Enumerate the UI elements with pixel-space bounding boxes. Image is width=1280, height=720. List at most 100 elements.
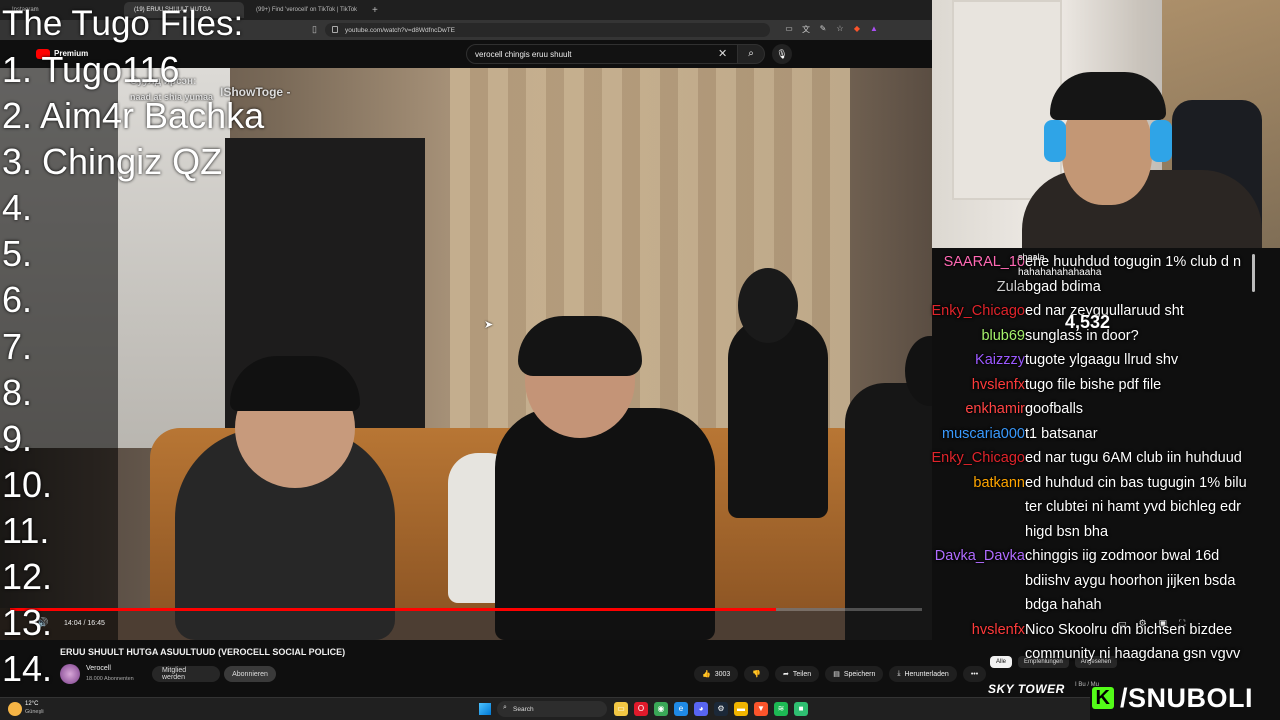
search-icon: ⌕ (503, 704, 507, 711)
chat-text: ter clubtei ni hamt yvd bichleg edr (1025, 499, 1241, 515)
video-title: ERUU SHUULT HUTGA ASUULTUUD (VEROCELL SO… (60, 647, 346, 657)
share-button[interactable]: ➦ Teilen (775, 666, 820, 682)
chat-text: t1 batsanar (1025, 425, 1098, 442)
chat-username[interactable]: Enky_Chicago (932, 299, 1026, 324)
chat-username[interactable]: hvslenfx (972, 373, 1025, 398)
chat-text: bgad bdima (1025, 278, 1101, 295)
video-time: 14:04 / 16:45 (64, 620, 105, 627)
bookmark-icon[interactable]: ▯ (312, 24, 317, 35)
steam-icon[interactable]: ⚙ (714, 702, 728, 716)
taskbar-apps: ▭ O ◉ e ◕ ⚙ ▬ ▼ ≋ ■ (614, 702, 808, 716)
browser-tabstrip: Instagram (19) ERUU SHUULT HUTGA (99+) F… (0, 0, 932, 20)
dislike-button[interactable]: 👎 (744, 666, 770, 682)
chrome-icon[interactable]: ◉ (654, 702, 668, 716)
like-button[interactable]: 👍 3003 (694, 666, 739, 682)
spotify-icon[interactable]: ≋ (774, 702, 788, 716)
chat-scrollbar[interactable] (1252, 254, 1255, 292)
sun-icon[interactable] (8, 702, 22, 716)
folder-icon[interactable]: ▬ (734, 702, 748, 716)
join-button[interactable]: Mitglied werden (152, 666, 220, 682)
share-label: Teilen (792, 670, 812, 678)
share-icon: ➦ (783, 671, 789, 678)
chat-text: tugote ylgaagu llrud shv (1025, 352, 1179, 368)
chat-username[interactable]: batkann (973, 471, 1025, 496)
video-person-cap (230, 356, 360, 411)
search-icon: ⌕ (748, 48, 754, 59)
streamer-handle: /SNUBOLI (1120, 682, 1254, 713)
floating-chat-text: hahahahahahaaha (1018, 267, 1102, 278)
tab-youtube[interactable]: (19) ERUU SHUULT HUTGA (124, 2, 244, 18)
chat-username[interactable]: blub69 (981, 324, 1025, 349)
webcam-door (952, 0, 1062, 200)
windows-start-icon[interactable] (479, 703, 491, 715)
mic-icon[interactable]: 🎙 (772, 44, 792, 64)
chat-username[interactable]: hvslenfx (972, 618, 1025, 643)
webcam-feed (932, 0, 1280, 248)
sidebar-promo[interactable]: SKY TOWER (988, 682, 1065, 696)
video-progress-bar[interactable] (10, 608, 922, 611)
chat-username[interactable]: enkhamir (965, 397, 1025, 422)
brave-shield-icon[interactable]: ◆ (852, 24, 862, 35)
tab-instagram[interactable]: Instagram (2, 2, 122, 18)
subscribe-button[interactable]: Abonnieren (224, 666, 276, 682)
chat-text: higd bsn bha (1025, 523, 1109, 540)
channel-avatar[interactable] (60, 664, 80, 684)
taskbar-search[interactable]: ⌕ Search (497, 701, 607, 717)
tab-label: (19) ERUU SHUULT HUTGA (134, 7, 212, 13)
cast-icon[interactable]: ▭ (784, 24, 794, 35)
chat-username[interactable]: Davka_Davka (935, 544, 1025, 569)
address-actions: ▭ 文 ✎ ☆ ◆ ▲ (784, 24, 879, 35)
opera-icon[interactable]: O (634, 702, 648, 716)
volume-icon[interactable]: 🔊 (36, 618, 48, 629)
video-player[interactable]: Суулд ирсэн: IShowToge - naad at shia yu… (0, 68, 932, 640)
chat-username[interactable]: muscaria000 (942, 422, 1025, 447)
translate-icon[interactable]: 文 (801, 24, 811, 35)
floating-chat-text: shaala (1018, 252, 1045, 262)
chat-text: chinggis iig zodmoor bwal 16d (1025, 548, 1220, 564)
chat-username[interactable]: SAARAL_10 (944, 250, 1025, 275)
search-input[interactable]: verocell chingis eruu shuult (466, 44, 738, 64)
channel-subscribers: 18.000 Abonnenten (86, 676, 134, 682)
chat-text: bdga hahah (1025, 597, 1102, 613)
youtube-logo-icon[interactable] (36, 49, 50, 59)
url-field[interactable]: youtube.com/watch?v=d8WdfncDwTE (325, 23, 770, 37)
headset-icon (1150, 120, 1172, 162)
video-overlay-header: Суулд ирсэн: (130, 76, 197, 87)
files-icon[interactable]: ▭ (614, 702, 628, 716)
kick-logo-icon: K (1092, 687, 1114, 709)
save-icon: ▤ (833, 671, 840, 678)
chat-username[interactable]: Kaizzzy (975, 348, 1025, 373)
video-person (845, 383, 932, 640)
channel-name[interactable]: Verocell (86, 665, 111, 672)
viewer-count: 4,532 (1065, 312, 1111, 332)
edge-icon[interactable]: e (674, 702, 688, 716)
chat-text: bdiishv aygu hoorhon jijken bsda (1025, 572, 1236, 589)
like-count: 3003 (714, 670, 731, 678)
tab-label: Instagram (12, 7, 39, 13)
edit-icon[interactable]: ✎ (818, 24, 828, 35)
video-overlay-name: IShowToge - (220, 85, 291, 99)
chat-text: tugo file bishe pdf file (1025, 376, 1162, 393)
discord-icon[interactable]: ◕ (694, 702, 708, 716)
video-person-head (738, 268, 798, 343)
brave-icon[interactable]: ▼ (754, 702, 768, 716)
video-overlay-sub: naad at shia yumaa (130, 92, 214, 102)
youtube-header: Premium verocell chingis eruu shuult ✕ ⌕… (0, 40, 932, 68)
video-person-hair (518, 316, 642, 376)
star-icon[interactable]: ☆ (835, 24, 845, 35)
windows-taskbar: 12°C Güneşli ⌕ Search ▭ O ◉ e ◕ ⚙ ▬ ▼ ≋ ■ (0, 697, 1090, 720)
tab-tiktok[interactable]: (99+) Find 'verocell' on TikTok | TikTok (246, 2, 366, 18)
chat-username[interactable]: Zula (997, 275, 1025, 300)
chat-username[interactable]: Enky_Chicago (932, 446, 1026, 471)
save-button[interactable]: ▤ Speichern (825, 666, 884, 682)
youtube-logo-text[interactable]: Premium (54, 49, 88, 58)
new-tab-button[interactable]: + (372, 5, 378, 16)
chat-text: Nico Skoolru dm bichsen bizdee (1025, 621, 1233, 638)
download-icon: ⤓ (897, 670, 901, 677)
rewards-icon[interactable]: ▲ (869, 24, 879, 35)
streamer-brand: K /SNUBOLI (1092, 680, 1253, 716)
clear-search-icon[interactable]: ✕ (718, 44, 727, 64)
app-icon[interactable]: ■ (794, 702, 808, 716)
mouse-cursor-icon: ➤ (484, 319, 494, 331)
search-button[interactable]: ⌕ (737, 44, 765, 64)
